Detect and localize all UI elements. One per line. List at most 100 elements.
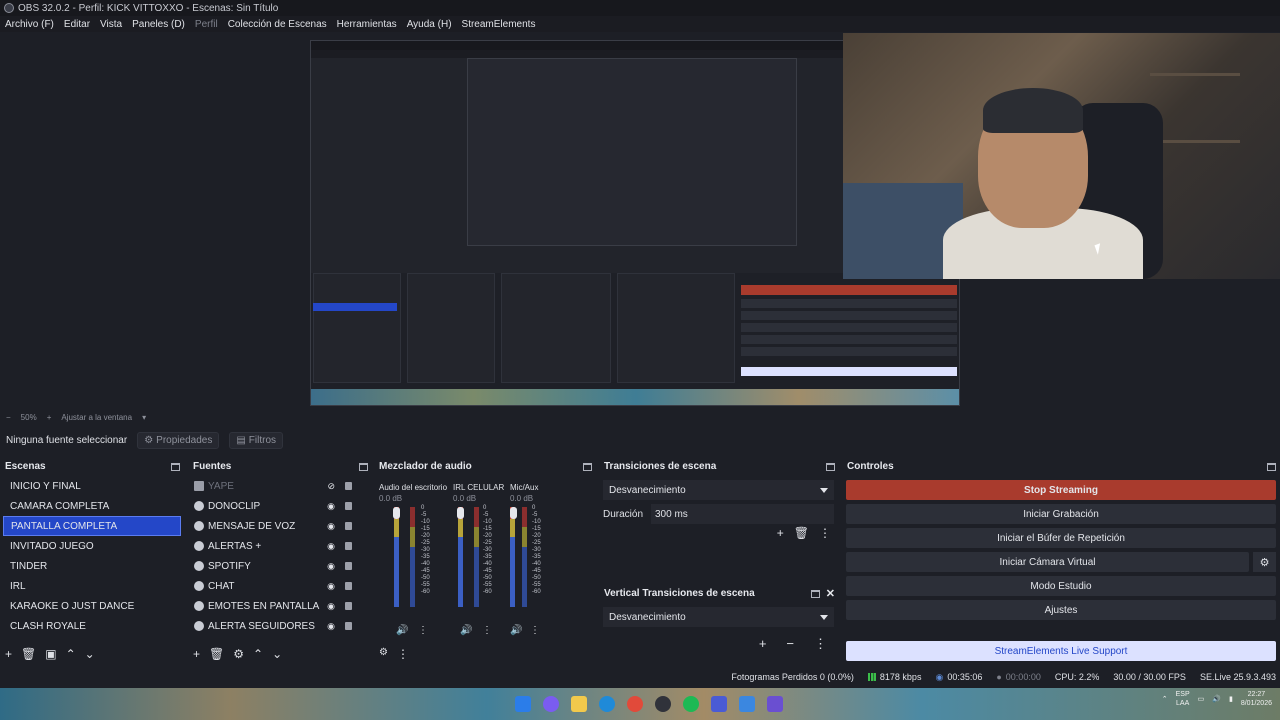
- zoom-minus-button[interactable]: −: [6, 413, 11, 422]
- mixer-link-icon[interactable]: ⚙: [379, 647, 388, 661]
- program-preview[interactable]: [0, 33, 1280, 411]
- menu-archivo[interactable]: Archivo (F): [5, 19, 54, 30]
- volume-slider[interactable]: [393, 507, 400, 519]
- volume-slider[interactable]: [510, 507, 517, 519]
- eye-icon[interactable]: ◉: [327, 521, 335, 532]
- kebab-menu-icon[interactable]: ⋮: [482, 625, 492, 636]
- kebab-menu-icon[interactable]: ⋮: [819, 526, 831, 540]
- scene-filters-icon[interactable]: ▣: [45, 647, 56, 661]
- app-icon[interactable]: [767, 696, 783, 712]
- replay-buffer-button[interactable]: Iniciar el Búfer de Repetición: [846, 528, 1276, 548]
- windows-start-icon[interactable]: [515, 696, 531, 712]
- language-indicator[interactable]: ESP LAA: [1176, 690, 1190, 708]
- source-item[interactable]: SPOTIFY ◉: [191, 556, 369, 576]
- eye-icon[interactable]: ◉: [327, 581, 335, 592]
- stop-streaming-button[interactable]: Stop Streaming: [846, 480, 1276, 500]
- store-icon[interactable]: [739, 696, 755, 712]
- source-item[interactable]: MENSAJE DE VOZ ◉: [191, 516, 369, 536]
- move-down-icon[interactable]: ⌄: [85, 647, 95, 661]
- eye-icon[interactable]: ◉: [327, 561, 335, 572]
- chevron-down-icon[interactable]: ▾: [142, 413, 146, 422]
- menu-streamelements[interactable]: StreamElements: [462, 19, 536, 30]
- undock-icon[interactable]: [810, 589, 820, 598]
- undock-icon[interactable]: [359, 462, 368, 471]
- lock-icon[interactable]: [345, 542, 352, 550]
- virtual-camera-button[interactable]: Iniciar Cámara Virtual: [846, 552, 1249, 572]
- volume-icon[interactable]: 🔊: [1212, 695, 1221, 703]
- virtual-camera-settings-gear-icon[interactable]: ⚙: [1253, 552, 1276, 572]
- source-item[interactable]: YAPE ⊘: [191, 476, 369, 496]
- scene-item-selected[interactable]: PANTALLA COMPLETA: [3, 516, 181, 536]
- menu-perfil[interactable]: Perfil: [195, 19, 218, 30]
- undock-icon[interactable]: [1267, 462, 1276, 471]
- obs-icon[interactable]: [655, 696, 671, 712]
- source-item[interactable]: CHAT ◉: [191, 576, 369, 596]
- scene-item[interactable]: INVITADO JUEGO: [3, 536, 181, 556]
- scene-item[interactable]: CAMARA COMPLETA: [3, 496, 181, 516]
- vertical-transition-select[interactable]: Desvanecimiento: [603, 607, 834, 627]
- scene-item[interactable]: IRL: [3, 576, 181, 596]
- battery-icon[interactable]: ▮: [1229, 695, 1233, 703]
- chrome-icon[interactable]: [627, 696, 643, 712]
- lock-icon[interactable]: [345, 522, 352, 530]
- properties-button[interactable]: ⚙ Propiedades: [137, 431, 220, 449]
- volume-slider[interactable]: [457, 507, 464, 519]
- trash-icon[interactable]: 🗑: [209, 647, 224, 661]
- move-up-icon[interactable]: ⌃: [253, 647, 263, 661]
- spotify-icon[interactable]: [683, 696, 699, 712]
- streamelements-live-support-button[interactable]: StreamElements Live Support: [846, 641, 1276, 661]
- studio-mode-button[interactable]: Modo Estudio: [846, 576, 1276, 596]
- network-icon[interactable]: ▭: [1198, 695, 1205, 703]
- menu-ayuda[interactable]: Ayuda (H): [407, 19, 452, 30]
- undock-icon[interactable]: [583, 462, 592, 471]
- settings-button[interactable]: Ajustes: [846, 600, 1276, 620]
- add-transition-button[interactable]: +: [759, 636, 767, 652]
- chevron-up-icon[interactable]: ⌃: [1162, 695, 1168, 703]
- source-item[interactable]: ALERTA SEGUIDORES ◉: [191, 616, 369, 636]
- transition-select[interactable]: Desvanecimiento: [603, 480, 834, 500]
- discord-icon[interactable]: [711, 696, 727, 712]
- undock-icon[interactable]: [826, 462, 835, 471]
- scene-item[interactable]: KARAOKE O JUST DANCE: [3, 596, 181, 616]
- add-source-button[interactable]: +: [193, 647, 200, 661]
- clock[interactable]: 22:27 8/01/2026: [1241, 690, 1272, 708]
- copilot-icon[interactable]: [543, 696, 559, 712]
- close-icon[interactable]: ✕: [826, 587, 835, 600]
- lock-icon[interactable]: [345, 622, 352, 630]
- move-up-icon[interactable]: ⌃: [66, 647, 76, 661]
- source-item[interactable]: ALERTAS + ◉: [191, 536, 369, 556]
- move-down-icon[interactable]: ⌄: [272, 647, 282, 661]
- lock-icon[interactable]: [345, 602, 352, 610]
- file-explorer-icon[interactable]: [571, 696, 587, 712]
- start-recording-button[interactable]: Iniciar Grabación: [846, 504, 1276, 524]
- edge-icon[interactable]: [599, 696, 615, 712]
- eye-icon[interactable]: ◉: [327, 541, 335, 552]
- menu-vista[interactable]: Vista: [100, 19, 122, 30]
- menu-coleccion-escenas[interactable]: Colección de Escenas: [228, 19, 327, 30]
- eye-icon[interactable]: ◉: [327, 501, 335, 512]
- lock-icon[interactable]: [345, 562, 352, 570]
- undock-icon[interactable]: [171, 462, 180, 471]
- lock-icon[interactable]: [345, 502, 352, 510]
- trash-icon[interactable]: 🗑: [794, 526, 809, 540]
- trash-icon[interactable]: 🗑: [21, 647, 36, 661]
- speaker-icon[interactable]: 🔊: [510, 625, 522, 636]
- menu-editar[interactable]: Editar: [64, 19, 90, 30]
- gear-icon[interactable]: ⚙: [233, 647, 244, 661]
- speaker-icon[interactable]: 🔊: [396, 625, 408, 636]
- kebab-menu-icon[interactable]: ⋮: [397, 647, 409, 661]
- zoom-plus-button[interactable]: +: [47, 413, 52, 422]
- kebab-menu-icon[interactable]: ⋮: [418, 625, 428, 636]
- source-item[interactable]: DONOCLIP ◉: [191, 496, 369, 516]
- speaker-icon[interactable]: 🔊: [460, 625, 472, 636]
- add-scene-button[interactable]: +: [5, 647, 12, 661]
- add-transition-button[interactable]: +: [777, 526, 784, 540]
- eye-icon[interactable]: ◉: [327, 601, 335, 612]
- scene-item[interactable]: TINDER: [3, 556, 181, 576]
- fit-to-window-select[interactable]: Ajustar a la ventana: [61, 413, 132, 422]
- kebab-menu-icon[interactable]: ⋮: [814, 636, 827, 652]
- filters-button[interactable]: ▤ Filtros: [229, 431, 284, 449]
- lock-icon[interactable]: [345, 482, 352, 490]
- kebab-menu-icon[interactable]: ⋮: [530, 625, 540, 636]
- menu-paneles[interactable]: Paneles (D): [132, 19, 185, 30]
